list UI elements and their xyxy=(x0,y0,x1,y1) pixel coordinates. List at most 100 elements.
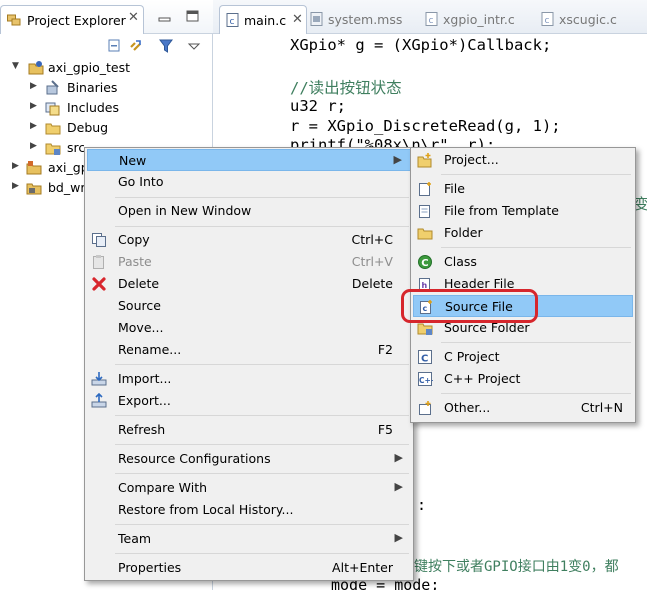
submenu-arrow-icon: ▶ xyxy=(394,531,403,544)
menu-separator xyxy=(115,364,409,365)
chevron-right-icon[interactable]: ▶ xyxy=(30,141,37,151)
menu-item-resource-configurations[interactable]: Resource Configurations ▶ xyxy=(87,448,411,470)
minimize-icon[interactable] xyxy=(158,10,171,22)
link-with-editor-icon[interactable] xyxy=(128,38,144,54)
close-icon[interactable]: ✕ xyxy=(128,10,139,25)
project-explorer-tab-label: Project Explorer xyxy=(27,13,126,28)
svg-text:C++: C++ xyxy=(419,376,433,385)
menu-item-label: Other... xyxy=(444,400,491,415)
copy-icon xyxy=(92,233,106,247)
tree-item-debug[interactable]: ▶ Debug xyxy=(0,118,213,138)
menu-item-new[interactable]: New ▶ xyxy=(87,149,411,171)
tree-item-binaries[interactable]: ▶ Binaries xyxy=(0,78,213,98)
view-menu-icon[interactable] xyxy=(186,38,202,54)
menu-item-label: Copy xyxy=(118,232,150,247)
highlight-callout xyxy=(401,289,538,323)
tab-system-mss[interactable]: system.mss xyxy=(310,8,420,34)
submenu-item-folder[interactable]: Folder xyxy=(413,222,633,244)
code-line[interactable]: XGpio* g = (XGpio*)Callback; xyxy=(290,36,551,54)
submenu-item-project[interactable]: Project... xyxy=(413,149,633,171)
menu-item-label: Team xyxy=(118,531,152,546)
menu-item-move[interactable]: Move... xyxy=(87,317,411,339)
menu-item-paste[interactable]: Paste Ctrl+V xyxy=(87,251,411,273)
collapse-all-icon[interactable] xyxy=(106,38,122,54)
menu-item-label: Folder xyxy=(444,225,483,240)
maximize-icon[interactable] xyxy=(186,10,199,22)
menu-separator xyxy=(441,247,631,248)
menu-shortcut: Alt+Enter xyxy=(332,560,393,575)
chevron-down-icon[interactable]: ▼ xyxy=(12,61,19,71)
wizard-icon xyxy=(419,401,431,415)
tab-xgpio-intr-c[interactable]: c xgpio_intr.c xyxy=(425,8,535,34)
menu-separator xyxy=(115,415,409,416)
menu-item-refresh[interactable]: Refresh F5 xyxy=(87,419,411,441)
submenu-item-class[interactable]: C Class xyxy=(413,251,633,273)
import-icon xyxy=(91,372,107,386)
chevron-right-icon[interactable]: ▶ xyxy=(30,121,37,131)
new-project-icon xyxy=(417,153,432,168)
menu-item-copy[interactable]: Copy Ctrl+C xyxy=(87,229,411,251)
menu-item-label: Restore from Local History... xyxy=(118,502,294,517)
submenu-item-cpp-project[interactable]: C++ C++ Project xyxy=(413,368,633,390)
menu-item-label: Project... xyxy=(444,152,499,167)
menu-item-label: Go Into xyxy=(118,174,164,189)
menu-item-delete[interactable]: Delete Delete xyxy=(87,273,411,295)
project-explorer-tab[interactable]: Project Explorer ✕ xyxy=(0,5,144,34)
menu-item-label: New xyxy=(119,153,147,168)
svg-text:c: c xyxy=(230,17,235,27)
close-icon[interactable]: ✕ xyxy=(292,12,303,27)
menu-item-source[interactable]: Source xyxy=(87,295,411,317)
menu-item-rename[interactable]: Rename... F2 xyxy=(87,339,411,361)
bsp-project-icon xyxy=(26,161,42,175)
chevron-right-icon[interactable]: ▶ xyxy=(30,81,37,91)
tree-item-hw[interactable]: ▶ bd_wr xyxy=(0,178,84,198)
menu-item-team[interactable]: Team ▶ xyxy=(87,528,411,550)
menu-separator xyxy=(115,553,409,554)
tree-item-includes[interactable]: ▶ Includes xyxy=(0,98,213,118)
menu-item-label: Delete xyxy=(118,276,160,291)
submenu-item-file-from-template[interactable]: File from Template xyxy=(413,200,633,222)
menu-item-restore-from-local-history[interactable]: Restore from Local History... xyxy=(87,499,411,521)
menu-item-go-into[interactable]: Go Into xyxy=(87,171,411,193)
submenu-item-other[interactable]: Other... Ctrl+N xyxy=(413,397,633,419)
code-fragment[interactable]: : xyxy=(417,496,426,514)
src-folder-icon xyxy=(45,143,61,155)
tree-item-src[interactable]: ▶ src xyxy=(0,138,84,158)
submenu-arrow-icon: ▶ xyxy=(394,451,403,464)
filter-icon[interactable] xyxy=(158,38,174,54)
tree-item-label: bd_wr xyxy=(48,180,84,195)
menu-separator xyxy=(441,174,631,175)
menu-item-label: Export... xyxy=(118,393,171,408)
c-project-icon: C xyxy=(418,350,432,365)
chevron-right-icon[interactable]: ▶ xyxy=(30,101,37,111)
explorer-tab-bar: Project Explorer ✕ xyxy=(0,0,213,34)
folder-icon xyxy=(417,228,433,240)
tree-item-label: src xyxy=(67,140,84,155)
code-fragment[interactable]: 键按下或者GPIO接口由1变0，都 xyxy=(414,556,619,576)
tab-label: system.mss xyxy=(328,12,403,27)
code-line[interactable]: u32 r; xyxy=(290,97,346,115)
menu-item-label: Rename... xyxy=(118,342,182,357)
code-line[interactable]: //读出按钮状态 xyxy=(290,76,402,98)
menu-item-label: File xyxy=(444,181,465,196)
svg-text:c: c xyxy=(429,16,434,26)
menu-item-label: Refresh xyxy=(118,422,166,437)
submenu-item-file[interactable]: File xyxy=(413,178,633,200)
code-line[interactable]: r = XGpio_DiscreteRead(g, 1); xyxy=(290,117,561,135)
tab-xscugic-c[interactable]: c xscugic.c xyxy=(541,8,641,34)
export-icon xyxy=(91,393,107,408)
menu-item-label: Source xyxy=(118,298,161,313)
chevron-right-icon[interactable]: ▶ xyxy=(12,181,19,191)
tree-item-label: Debug xyxy=(67,120,109,135)
menu-item-import[interactable]: Import... xyxy=(87,368,411,390)
tab-label: xscugic.c xyxy=(559,12,617,27)
submenu-item-c-project[interactable]: C C Project xyxy=(413,346,633,368)
tree-item-bsp[interactable]: ▶ axi_gp xyxy=(0,158,84,178)
menu-item-compare-with[interactable]: Compare With ▶ xyxy=(87,477,411,499)
tab-main-c[interactable]: c main.c ✕ xyxy=(219,5,307,34)
menu-item-open-in-new-window[interactable]: Open in New Window xyxy=(87,200,411,222)
menu-item-export[interactable]: Export... xyxy=(87,390,411,412)
chevron-right-icon[interactable]: ▶ xyxy=(12,161,19,171)
menu-item-properties[interactable]: Properties Alt+Enter xyxy=(87,557,411,579)
tree-item-project[interactable]: ▼ axi_gpio_test xyxy=(0,58,213,78)
